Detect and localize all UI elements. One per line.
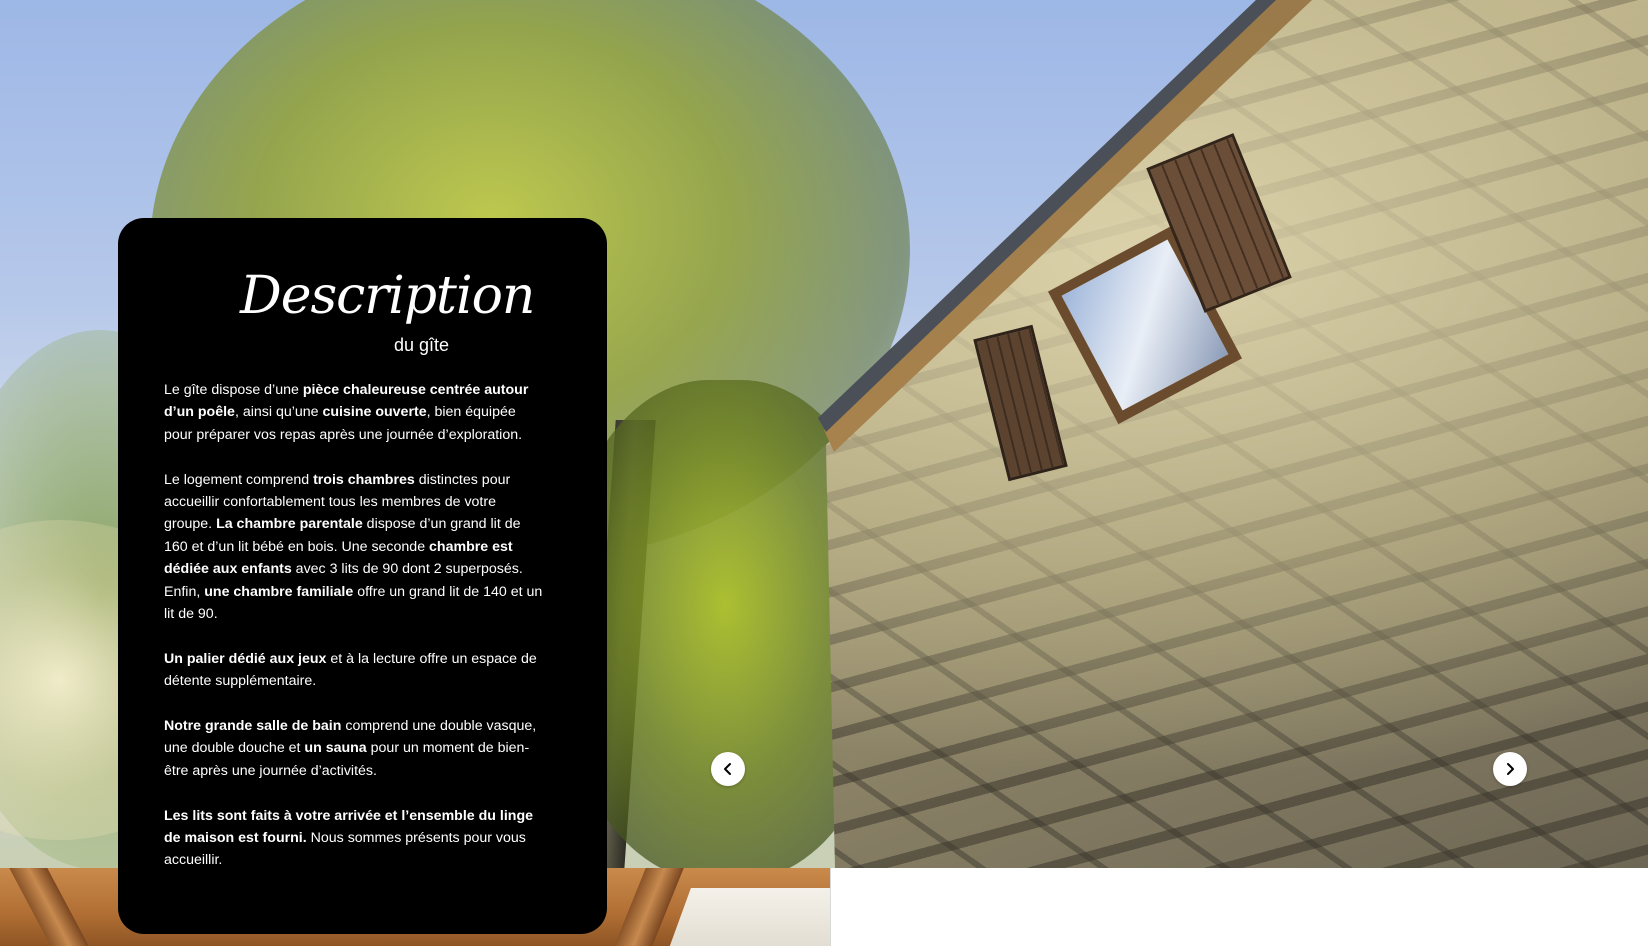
description-text: , ainsi qu’une (234, 404, 323, 421)
carousel-next-button[interactable] (1493, 752, 1527, 786)
description-card: Description du gîte Le gîte dispose d’un… (118, 218, 607, 934)
description-highlight: Un palier dédié aux jeux (164, 650, 327, 667)
ceiling-beam (9, 868, 89, 946)
description-highlight: une chambre familiale (204, 583, 354, 600)
chevron-right-icon (1507, 763, 1514, 775)
description-paragraph: Le gîte dispose d’une pièce chaleureuse … (164, 379, 544, 446)
description-title: Description (240, 266, 535, 326)
description-text: Le logement comprend (164, 471, 314, 488)
description-paragraph: Le logement comprend trois chambres dist… (164, 469, 544, 626)
description-text: Le gîte dispose d’une (164, 382, 303, 398)
carousel-prev-button[interactable] (711, 752, 745, 786)
description-highlight: trois chambres (313, 471, 415, 488)
description-body: Le gîte dispose d’une pièce chaleureuse … (164, 379, 544, 894)
chevron-left-icon (724, 763, 731, 775)
description-paragraph: Les lits sont faits à votre arrivée et l… (164, 805, 544, 872)
description-paragraph: Notre grande salle de bain comprend une … (164, 715, 544, 782)
description-paragraph: Un palier dédié aux jeux et à la lecture… (164, 648, 544, 693)
description-highlight: cuisine ouverte (322, 404, 427, 421)
description-highlight: La chambre parentale (216, 516, 363, 533)
ceiling-skylight (669, 888, 830, 946)
description-subtitle: du gîte (394, 335, 450, 355)
white-panel (830, 868, 1648, 946)
description-highlight: un sauna (304, 740, 367, 757)
description-highlight: Notre grande salle de bain (164, 718, 342, 735)
gite-page: Description du gîte Le gîte dispose d’un… (0, 0, 1648, 946)
